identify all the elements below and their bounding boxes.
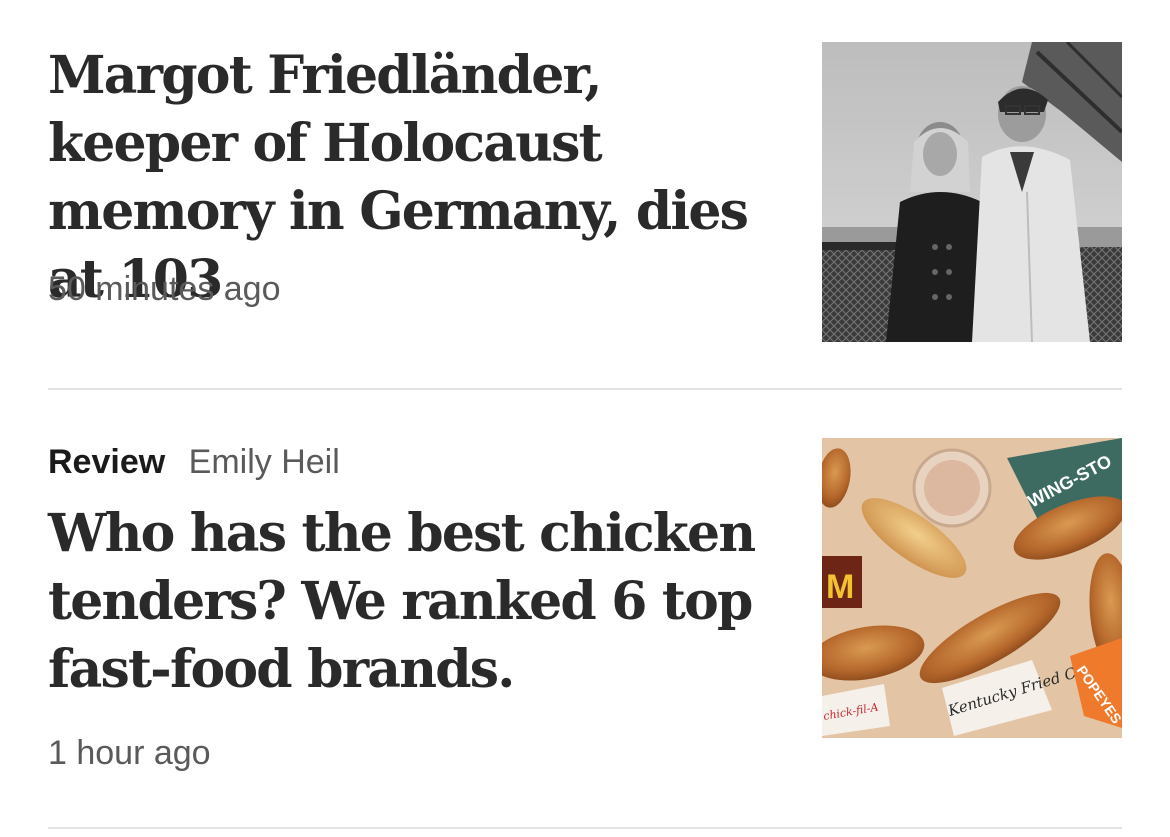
mcdonalds-logo: M (826, 568, 854, 606)
story-card[interactable]: Review Emily Heil Who has the best chick… (48, 438, 1122, 778)
story-thumbnail-photo[interactable]: WING-STO M Kentucky Fried Chicken chick-… (822, 438, 1122, 738)
story-card[interactable]: Margot Friedländer, keeper of Holocaust … (48, 42, 1122, 342)
story-headline[interactable]: Who has the best chicken tenders? We ran… (48, 500, 768, 704)
story-meta: Review Emily Heil (48, 440, 768, 490)
story-timestamp: 50 minutes ago (48, 270, 281, 308)
chicken-tenders-photo: WING-STO M Kentucky Fried Chicken chick-… (822, 438, 1122, 738)
story-kicker: Review (48, 443, 166, 481)
holocaust-survivor-photo (822, 42, 1122, 342)
story-byline[interactable]: Emily Heil (189, 443, 340, 481)
story-timestamp: 1 hour ago (48, 734, 211, 772)
story-divider (48, 827, 1122, 829)
story-text: Review Emily Heil Who has the best chick… (48, 438, 768, 704)
story-divider (48, 388, 1122, 390)
story-thumbnail-photo[interactable] (822, 42, 1122, 342)
